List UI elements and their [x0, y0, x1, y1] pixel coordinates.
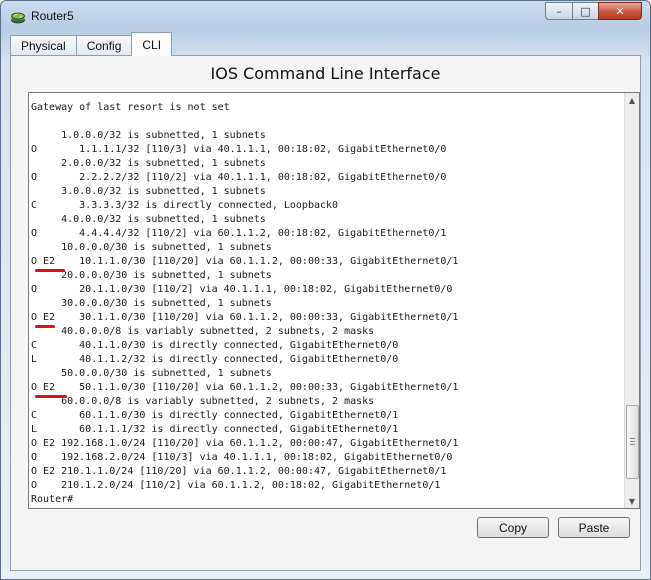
console-line: O 192.168.2.0/24 [110/3] via 40.1.1.1, 0…	[31, 452, 453, 463]
console-line: O E2 10.1.1.0/30 [110/20] via 60.1.1.2, …	[31, 256, 459, 267]
console-line: O 20.1.1.0/30 [110/2] via 40.1.1.1, 00:1…	[31, 284, 453, 295]
console-line: 1.0.0.0/32 is subnetted, 1 subnets	[31, 130, 266, 141]
cli-heading: IOS Command Line Interface	[210, 64, 441, 83]
title-bar[interactable]: Router5 – □ ✕	[1, 1, 650, 31]
console-line: O 210.1.2.0/24 [110/2] via 60.1.1.2, 00:…	[31, 480, 441, 491]
console-line: O 1.1.1.1/32 [110/3] via 40.1.1.1, 00:18…	[31, 144, 447, 155]
console-line: O E2 210.1.1.0/24 [110/20] via 60.1.1.2,…	[31, 466, 447, 477]
grip-line	[630, 441, 635, 442]
router5-window: Router5 – □ ✕ Physical Config CLI IOS Co…	[0, 0, 651, 580]
tab-config[interactable]: Config	[75, 35, 133, 56]
tab-strip: Physical Config CLI	[10, 32, 173, 56]
paste-button[interactable]: Paste	[558, 517, 630, 538]
console-line: 40.0.0.0/8 is variably subnetted, 2 subn…	[31, 326, 375, 337]
console-line: 20.0.0.0/30 is subnetted, 1 subnets	[31, 270, 272, 281]
console-line: 4.0.0.0/32 is subnetted, 1 subnets	[31, 214, 266, 225]
console-line: O E2 50.1.1.0/30 [110/20] via 60.1.1.2, …	[31, 382, 459, 393]
console-line: 60.0.0.0/8 is variably subnetted, 2 subn…	[31, 396, 375, 407]
cli-console[interactable]: Gateway of last resort is not set 1.0.0.…	[28, 92, 640, 509]
console-line: 2.0.0.0/32 is subnetted, 1 subnets	[31, 158, 266, 169]
tab-physical[interactable]: Physical	[10, 35, 77, 56]
router-icon	[10, 9, 26, 25]
annotation-underline	[35, 269, 65, 272]
grip-line	[630, 438, 635, 439]
copy-button[interactable]: Copy	[477, 517, 549, 538]
close-button[interactable]: ✕	[598, 2, 642, 20]
minimize-icon: –	[556, 4, 562, 18]
console-line: L 60.1.1.1/32 is directly connected, Gig…	[31, 424, 399, 435]
minimize-button[interactable]: –	[545, 2, 572, 20]
close-icon: ✕	[615, 4, 625, 18]
scrollbar-thumb[interactable]	[626, 405, 639, 479]
cli-panel: IOS Command Line Interface Gateway of la…	[10, 55, 641, 571]
console-line: 3.0.0.0/32 is subnetted, 1 subnets	[31, 186, 266, 197]
scroll-up-arrow-icon[interactable]: ▲	[625, 93, 639, 107]
tab-cli[interactable]: CLI	[131, 32, 173, 56]
window-controls: – □ ✕	[545, 2, 642, 21]
console-line: 10.0.0.0/30 is subnetted, 1 subnets	[31, 242, 272, 253]
annotation-underline	[35, 325, 55, 328]
console-line: 50.0.0.0/30 is subnetted, 1 subnets	[31, 368, 272, 379]
console-line: C 60.1.1.0/30 is directly connected, Gig…	[31, 410, 399, 421]
console-line: C 40.1.1.0/30 is directly connected, Gig…	[31, 340, 399, 351]
console-line: O 4.4.4.4/32 [110/2] via 60.1.1.2, 00:18…	[31, 228, 447, 239]
scroll-down-arrow-icon[interactable]: ▼	[625, 494, 639, 508]
console-line: C 3.3.3.3/32 is directly connected, Loop…	[31, 200, 339, 211]
console-output: Gateway of last resort is not set 1.0.0.…	[31, 101, 458, 507]
console-line: Router#	[31, 494, 74, 505]
console-line: O 2.2.2.2/32 [110/2] via 40.1.1.1, 00:18…	[31, 172, 447, 183]
console-line: O E2 30.1.1.0/30 [110/20] via 60.1.1.2, …	[31, 312, 459, 323]
console-line: Gateway of last resort is not set	[31, 102, 230, 113]
console-scrollbar[interactable]: ▲ ▼	[624, 93, 639, 508]
maximize-button[interactable]: □	[572, 2, 598, 20]
console-line: 30.0.0.0/30 is subnetted, 1 subnets	[31, 298, 272, 309]
console-line: O E2 192.168.1.0/24 [110/20] via 60.1.1.…	[31, 438, 459, 449]
console-line: L 40.1.1.2/32 is directly connected, Gig…	[31, 354, 399, 365]
annotation-underline	[35, 395, 67, 398]
window-title: Router5	[31, 9, 74, 23]
grip-line	[630, 444, 635, 445]
maximize-icon: □	[580, 4, 591, 18]
